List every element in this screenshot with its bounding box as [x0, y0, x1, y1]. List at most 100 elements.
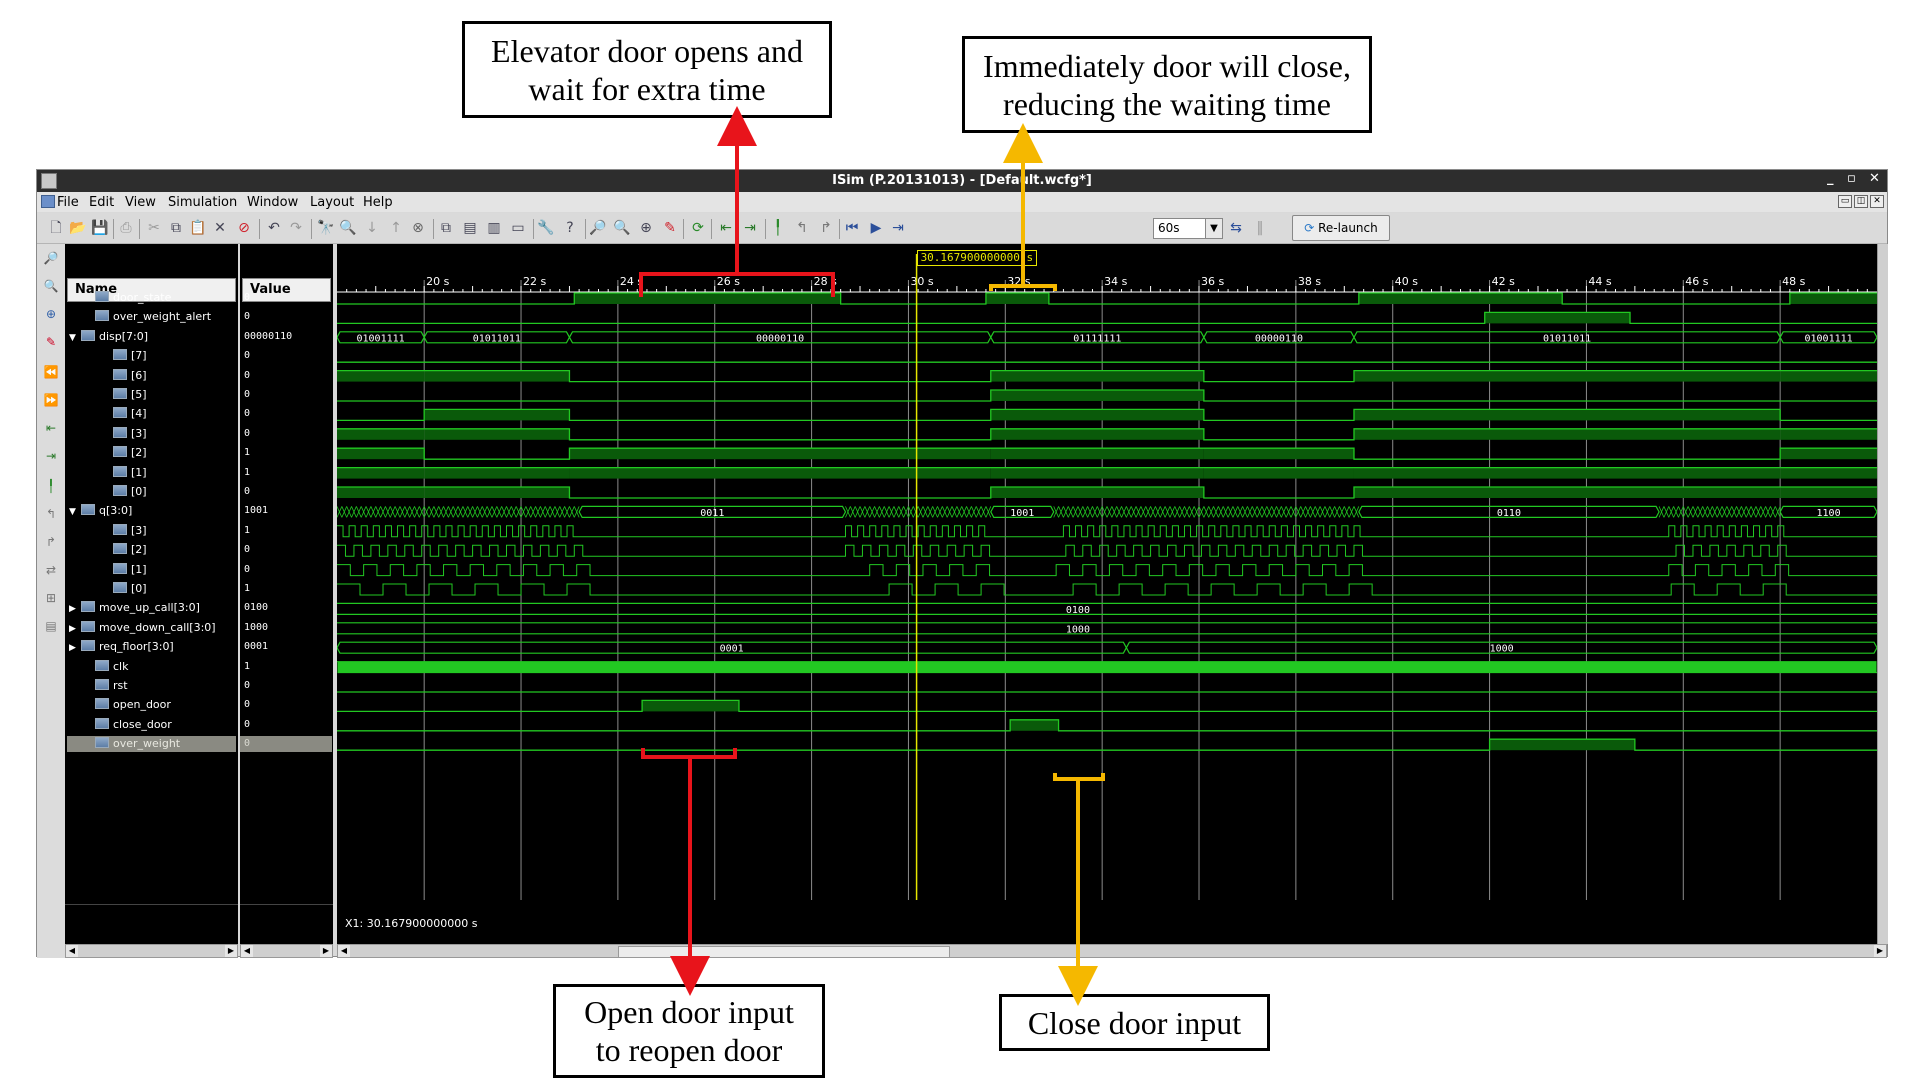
copy-icon[interactable]: ⧉ [167, 219, 185, 237]
properties-icon[interactable]: 🔧 [537, 219, 555, 237]
go-to-time-zero-icon[interactable]: ⏪ [43, 364, 59, 380]
scroll-thumb[interactable] [618, 946, 950, 958]
collapse-icon[interactable]: ▼ [69, 330, 81, 346]
new-file-icon[interactable]: 🗋 [47, 219, 65, 237]
scroll-right-icon[interactable]: ▶ [225, 945, 237, 957]
context-help-icon[interactable]: ? [561, 219, 579, 237]
restart-icon[interactable]: ⟳ [689, 219, 707, 237]
add-marker-tool-icon[interactable]: ╿ [43, 478, 59, 494]
name-pane-scrollbar[interactable]: ◀ ▶ [65, 944, 238, 958]
stop-icon[interactable]: ⊘ [235, 219, 253, 237]
save-icon[interactable]: 💾 [91, 219, 109, 237]
mdi-tile-icon[interactable]: ◫ [1854, 195, 1868, 208]
signal-row--0[interactable]: [0] [101, 581, 147, 597]
mdi-restore-icon[interactable]: ▭ [1838, 195, 1852, 208]
expand-icon[interactable]: ▶ [69, 640, 81, 656]
menu-simulation[interactable]: Simulation [168, 195, 237, 210]
undo-icon[interactable]: ↶ [265, 219, 283, 237]
zoom-in-tool-icon[interactable]: 🔎 [43, 250, 59, 266]
redo-icon[interactable]: ↷ [287, 219, 305, 237]
maximize-button[interactable]: ▫ [1847, 171, 1856, 186]
signal-row--3[interactable]: [3] [101, 426, 147, 442]
find-icon[interactable]: 🔭 [317, 219, 335, 237]
next-marker-icon[interactable]: ↱ [817, 219, 835, 237]
delete-icon[interactable]: ✕ [211, 219, 229, 237]
break-icon[interactable]: ‖ [1251, 219, 1269, 237]
signal-row--6[interactable]: [6] [101, 368, 147, 384]
open-file-icon[interactable]: 📂 [69, 219, 87, 237]
expand-icon[interactable]: ▶ [69, 601, 81, 617]
window-list-icon[interactable]: ▭ [509, 219, 527, 237]
snap-to-transition-icon[interactable]: ⊞ [43, 590, 59, 606]
menu-help[interactable]: Help [363, 195, 393, 210]
signal-row--1[interactable]: [1] [101, 465, 147, 481]
zoom-fit-tool-icon[interactable]: ⊕ [43, 306, 59, 322]
swap-cursors-icon[interactable]: ⇄ [43, 562, 59, 578]
signal-row--2[interactable]: [2] [101, 542, 147, 558]
run-for-time-icon[interactable]: ⇥ [889, 219, 907, 237]
signal-row--1[interactable]: [1] [101, 562, 147, 578]
minimize-button[interactable]: _ [1827, 171, 1834, 186]
wave-horizontal-scrollbar[interactable]: ◀ ▶ [337, 944, 1887, 958]
close-window-button[interactable]: ✕ [1869, 171, 1880, 186]
tile-vertical-icon[interactable]: ▥ [485, 219, 503, 237]
signal-row-clk[interactable]: clk [83, 659, 128, 675]
signal-row--0[interactable]: [0] [101, 484, 147, 500]
menu-edit[interactable]: Edit [89, 195, 114, 210]
next-marker-tool-icon[interactable]: ↱ [43, 534, 59, 550]
signal-row-over-weight[interactable]: over_weight [67, 736, 236, 753]
go-to-latest-time-icon[interactable]: ⏩ [43, 392, 59, 408]
chevron-down-icon[interactable]: ▼ [1205, 219, 1222, 238]
scroll-left-icon[interactable]: ◀ [241, 945, 253, 957]
mdi-close-icon[interactable]: ✕ [1870, 195, 1884, 208]
move-down-icon[interactable]: ↓ [363, 219, 381, 237]
previous-marker-icon[interactable]: ↰ [793, 219, 811, 237]
menu-file[interactable]: File [57, 195, 79, 210]
signal-row-disp-7-0[interactable]: ▼ disp[7:0] [69, 329, 148, 345]
collapse-icon[interactable]: ▼ [69, 504, 81, 520]
signal-row-rst[interactable]: rst [83, 678, 128, 694]
zoom-in-icon[interactable]: 🔎 [589, 219, 607, 237]
scroll-left-icon[interactable]: ◀ [66, 945, 78, 957]
signal-row--5[interactable]: [5] [101, 387, 147, 403]
cursor-tool-icon[interactable]: ✎ [43, 334, 59, 350]
go-to-cursor-icon[interactable]: ✎ [661, 219, 679, 237]
signal-row-q-3-0[interactable]: ▼ q[3:0] [69, 503, 132, 519]
relaunch-button[interactable]: ⟳ Re-launch [1292, 215, 1390, 241]
waveform-viewport[interactable]: 20 s 22 s 24 s 26 s 28 s 30 s 32 s 34 s 36 s 38 s… [337, 244, 1877, 944]
signal-row-door-state[interactable]: door_state [83, 290, 171, 306]
waveform-canvas[interactable]: 20 s 22 s 24 s 26 s 28 s 30 s 32 s 34 s 36 s 38 s… [337, 244, 1877, 944]
scroll-left-icon[interactable]: ◀ [338, 945, 350, 957]
cascade-window-icon[interactable]: ⧉ [437, 219, 455, 237]
menu-view[interactable]: View [125, 195, 156, 210]
signal-row--2[interactable]: [2] [101, 445, 147, 461]
value-pane-scrollbar[interactable]: ◀ ▶ [240, 944, 333, 958]
previous-transition-tool-icon[interactable]: ⇤ [43, 420, 59, 436]
scroll-right-icon[interactable]: ▶ [1874, 945, 1886, 957]
zoom-out-tool-icon[interactable]: 🔍 [43, 278, 59, 294]
wave-vertical-scrollbar[interactable] [1877, 244, 1888, 944]
signal-row-move-down-call-3-0[interactable]: ▶ move_down_call[3:0] [69, 620, 216, 636]
signal-row-over-weight-alert[interactable]: over_weight_alert [83, 309, 211, 325]
scroll-right-icon[interactable]: ▶ [320, 945, 332, 957]
tile-horizontal-icon[interactable]: ▤ [461, 219, 479, 237]
cancel-icon[interactable]: ⊗ [409, 219, 427, 237]
value-column-header[interactable]: Value [242, 278, 331, 302]
run-time-select[interactable]: 60s ▼ [1153, 218, 1223, 239]
step-icon[interactable]: ⇆ [1227, 219, 1245, 237]
floating-ruler-icon[interactable]: ▤ [43, 618, 59, 634]
zoom-out-icon[interactable]: 🔍 [613, 219, 631, 237]
next-transition-tool-icon[interactable]: ⇥ [43, 448, 59, 464]
move-up-icon[interactable]: ↑ [387, 219, 405, 237]
menu-layout[interactable]: Layout [310, 195, 354, 210]
restart-simulation-icon[interactable]: ⏮ [843, 219, 861, 237]
cut-icon[interactable]: ✂ [145, 219, 163, 237]
run-all-icon[interactable]: ▶ [867, 219, 885, 237]
add-marker-icon[interactable]: ╿ [769, 219, 787, 237]
find-in-files-icon[interactable]: 🔍 [339, 219, 357, 237]
signal-row--3[interactable]: [3] [101, 523, 147, 539]
signal-row--7[interactable]: [7] [101, 348, 147, 364]
print-icon[interactable]: ⎙ [117, 219, 135, 237]
expand-icon[interactable]: ▶ [69, 621, 81, 637]
previous-marker-tool-icon[interactable]: ↰ [43, 506, 59, 522]
